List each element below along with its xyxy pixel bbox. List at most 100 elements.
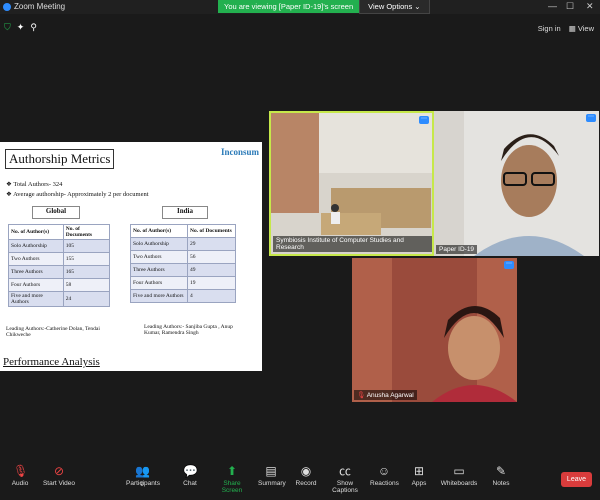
tile-menu-icon[interactable]: ⋯ — [586, 114, 596, 122]
mic-icon: 🎙 — [13, 464, 29, 478]
chat-button[interactable]: 💬 Chat — [178, 464, 202, 487]
participant-name: Symbiosis Institute of Computer Studies … — [273, 236, 432, 252]
captions-icon: ㏄ — [338, 464, 351, 478]
table-cell: Two Authors — [8, 252, 64, 266]
summary-icon: ▤ — [265, 464, 277, 478]
classroom-video — [271, 113, 432, 254]
share-screen-icon: ⬆ — [226, 464, 238, 478]
view-options-label: View Options — [368, 2, 413, 11]
global-heading: Global — [32, 206, 80, 219]
table-row: Three Authors 165 — [8, 265, 111, 279]
table-cell: 19 — [187, 276, 236, 290]
start-video-button[interactable]: ⊘ Start Video — [42, 464, 76, 487]
table-row: Two Authors 155 — [8, 252, 111, 266]
slide-bullets: ❖ Total Authors- 324 ❖ Average authorshi… — [6, 180, 149, 200]
close-icon[interactable]: ✕ — [586, 1, 594, 12]
table-row: Solo Authorship 105 — [8, 239, 111, 253]
view-button[interactable]: ▦ View — [569, 24, 594, 33]
zoom-logo-icon — [3, 3, 11, 11]
sign-in-link[interactable]: Sign in — [538, 24, 561, 33]
whiteboard-icon: ▭ — [453, 464, 465, 478]
column-header: No. of Documents — [187, 224, 236, 238]
toolbar-label: Record — [295, 480, 317, 487]
title-bar: Zoom Meeting You are viewing [Paper ID-1… — [0, 0, 600, 14]
apps-icon: ⊞ — [413, 464, 425, 478]
participant-name-text: Anusha Agarwal — [366, 392, 414, 399]
india-leading-authors: Leading Authors:- Sanjiba Gupta , Anup K… — [144, 324, 233, 336]
apps-button[interactable]: ⊞ Apps — [408, 464, 430, 487]
global-leading-authors: Leading Authors:-Catherine Dolan, Tendai… — [6, 326, 100, 338]
toolbar-label: Whiteboards — [440, 480, 478, 487]
toolbar-label: Reactions — [370, 480, 399, 487]
participants-icon: 👥9 — [135, 464, 150, 488]
video-tile-presenter[interactable]: ⋯ Paper ID-19 — [434, 111, 599, 256]
record-button[interactable]: ◉ Record — [294, 464, 318, 487]
top-right-controls: Sign in ▦ View — [538, 24, 594, 33]
minimize-icon[interactable]: — — [548, 1, 557, 11]
share-status-text: You are viewing [Paper ID-19]'s screen — [218, 0, 360, 13]
table-cell: 58 — [62, 278, 111, 292]
table-cell: Solo Authorship — [129, 237, 189, 251]
participant-name: 🎙 Anusha Agarwal — [354, 390, 417, 400]
leave-button[interactable]: Leave — [560, 472, 592, 487]
toolbar-label: Show Captions — [332, 480, 358, 494]
slide-logo: Inconsum — [220, 147, 259, 157]
shield-icon[interactable]: ⛉ — [4, 22, 11, 33]
chat-icon: 💬 — [183, 464, 198, 478]
mic-icon[interactable]: ⚲ — [30, 22, 37, 33]
table-cell: 4 — [187, 289, 236, 303]
participant-video — [352, 258, 517, 402]
table-row: Solo Authorship 29 — [129, 237, 236, 251]
bullet-item: ❖ Average authorship- Approximately 2 pe… — [6, 191, 149, 198]
table-row: Three Authors 49 — [129, 263, 236, 277]
tile-menu-icon[interactable]: ⋯ — [504, 261, 514, 269]
participants-button[interactable]: 👥9 Participants — [126, 464, 160, 488]
table-cell: 24 — [62, 291, 111, 307]
share-screen-button[interactable]: ⬆ Share Screen — [213, 464, 251, 494]
india-table: No. of Author(s) No. of Documents Solo Au… — [129, 224, 236, 303]
toolbar-label: Notes — [492, 480, 510, 487]
table-cell: Four Authors — [129, 276, 189, 290]
whiteboards-button[interactable]: ▭ Whiteboards — [440, 464, 478, 487]
slide-footer-heading: Performance Analysis — [3, 356, 100, 368]
share-status-bar: You are viewing [Paper ID-19]'s screen V… — [218, 0, 430, 14]
meeting-toolbar: 🎙 Audio ⊘ Start Video 👥9 Participants 💬 Chat… — [0, 460, 600, 500]
bullet-item: ❖ Total Authors- 324 — [6, 181, 63, 188]
shared-screen-slide: Authorship Metrics Inconsum ❖ Total Auth… — [0, 142, 262, 371]
video-off-icon: ⊘ — [53, 464, 65, 478]
table-row: Four Authors 19 — [129, 276, 236, 290]
participant-name: Paper ID-19 — [436, 245, 478, 254]
table-cell: 29 — [187, 237, 236, 251]
toolbar-label: Audio — [11, 480, 29, 487]
view-label: View — [577, 24, 594, 33]
record-icon: ◉ — [300, 464, 312, 478]
video-tile-participant[interactable]: ⋯ 🎙 Anusha Agarwal — [352, 258, 517, 402]
india-heading: India — [162, 206, 208, 219]
show-captions-button[interactable]: ㏄ Show Captions — [326, 464, 364, 494]
toolbar-label: Summary — [258, 480, 286, 487]
view-options-button[interactable]: View Options ⌄ — [359, 0, 430, 14]
column-header: No. of Documents — [62, 224, 111, 240]
table-cell: Three Authors — [129, 263, 189, 277]
maximize-icon[interactable]: ☐ — [566, 1, 574, 12]
global-table: No. of Author(s) No. of Documents Solo Au… — [8, 224, 111, 307]
table-cell: 155 — [62, 252, 111, 266]
network-icon[interactable]: ✦ — [17, 22, 25, 33]
table-cell: 105 — [62, 239, 111, 253]
notes-button[interactable]: ✎ Notes — [490, 464, 512, 487]
mic-muted-icon: 🎙 — [357, 392, 366, 399]
slide-title: Authorship Metrics — [5, 149, 115, 169]
video-tile-classroom[interactable]: ⋯ Symbiosis Institute of Computer Studie… — [269, 111, 434, 256]
tile-menu-icon[interactable]: ⋯ — [419, 116, 429, 124]
reactions-icon: ☺ — [377, 464, 391, 478]
table-cell: 56 — [187, 250, 236, 264]
table-cell: Two Authors — [129, 250, 189, 264]
column-header: No. of Author(s) — [8, 224, 64, 240]
reactions-button[interactable]: ☺ Reactions — [370, 464, 399, 487]
toolbar-label: Chat — [183, 480, 197, 487]
table-row: Four Authors 58 — [8, 278, 111, 292]
summary-button[interactable]: ▤ Summary — [258, 464, 286, 487]
toolbar-label: Start Video — [42, 480, 76, 487]
audio-button[interactable]: 🎙 Audio — [6, 464, 34, 487]
table-cell: Four Authors — [8, 278, 64, 292]
